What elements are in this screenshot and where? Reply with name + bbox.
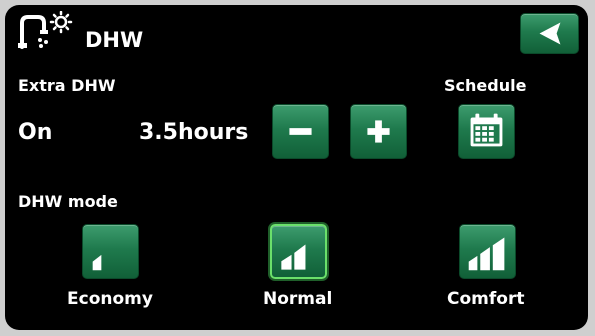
calendar-icon xyxy=(470,113,503,147)
increase-button[interactable] xyxy=(350,104,407,159)
mode-economy-label: Economy xyxy=(67,289,153,309)
back-button[interactable] xyxy=(520,13,579,54)
schedule-button[interactable] xyxy=(458,104,515,159)
mode-comfort-label: Comfort xyxy=(447,289,525,309)
extra-dhw-status: On xyxy=(18,120,53,145)
dhw-mode-label: DHW mode xyxy=(18,192,118,211)
mode-normal-button[interactable] xyxy=(270,224,327,279)
extra-dhw-duration: 3.5hours xyxy=(139,120,249,145)
plus-icon xyxy=(367,120,390,143)
minus-icon xyxy=(289,128,312,135)
mode-economy-button[interactable] xyxy=(82,224,139,279)
extra-dhw-label: Extra DHW xyxy=(18,76,116,95)
bars-3-icon xyxy=(468,237,505,271)
decrease-button[interactable] xyxy=(272,104,329,159)
schedule-label: Schedule xyxy=(444,76,527,95)
mode-normal-label: Normal xyxy=(263,289,333,309)
bars-1-icon xyxy=(92,254,102,271)
back-arrow-icon xyxy=(539,22,561,45)
mode-comfort-button[interactable] xyxy=(459,224,516,279)
dhw-screen: DHW Extra DHW On 3.5hours Schedule DHW m… xyxy=(5,5,588,330)
bars-2-icon xyxy=(281,244,306,270)
tap-with-sun-icon xyxy=(16,10,76,51)
page-title: DHW xyxy=(85,28,144,52)
